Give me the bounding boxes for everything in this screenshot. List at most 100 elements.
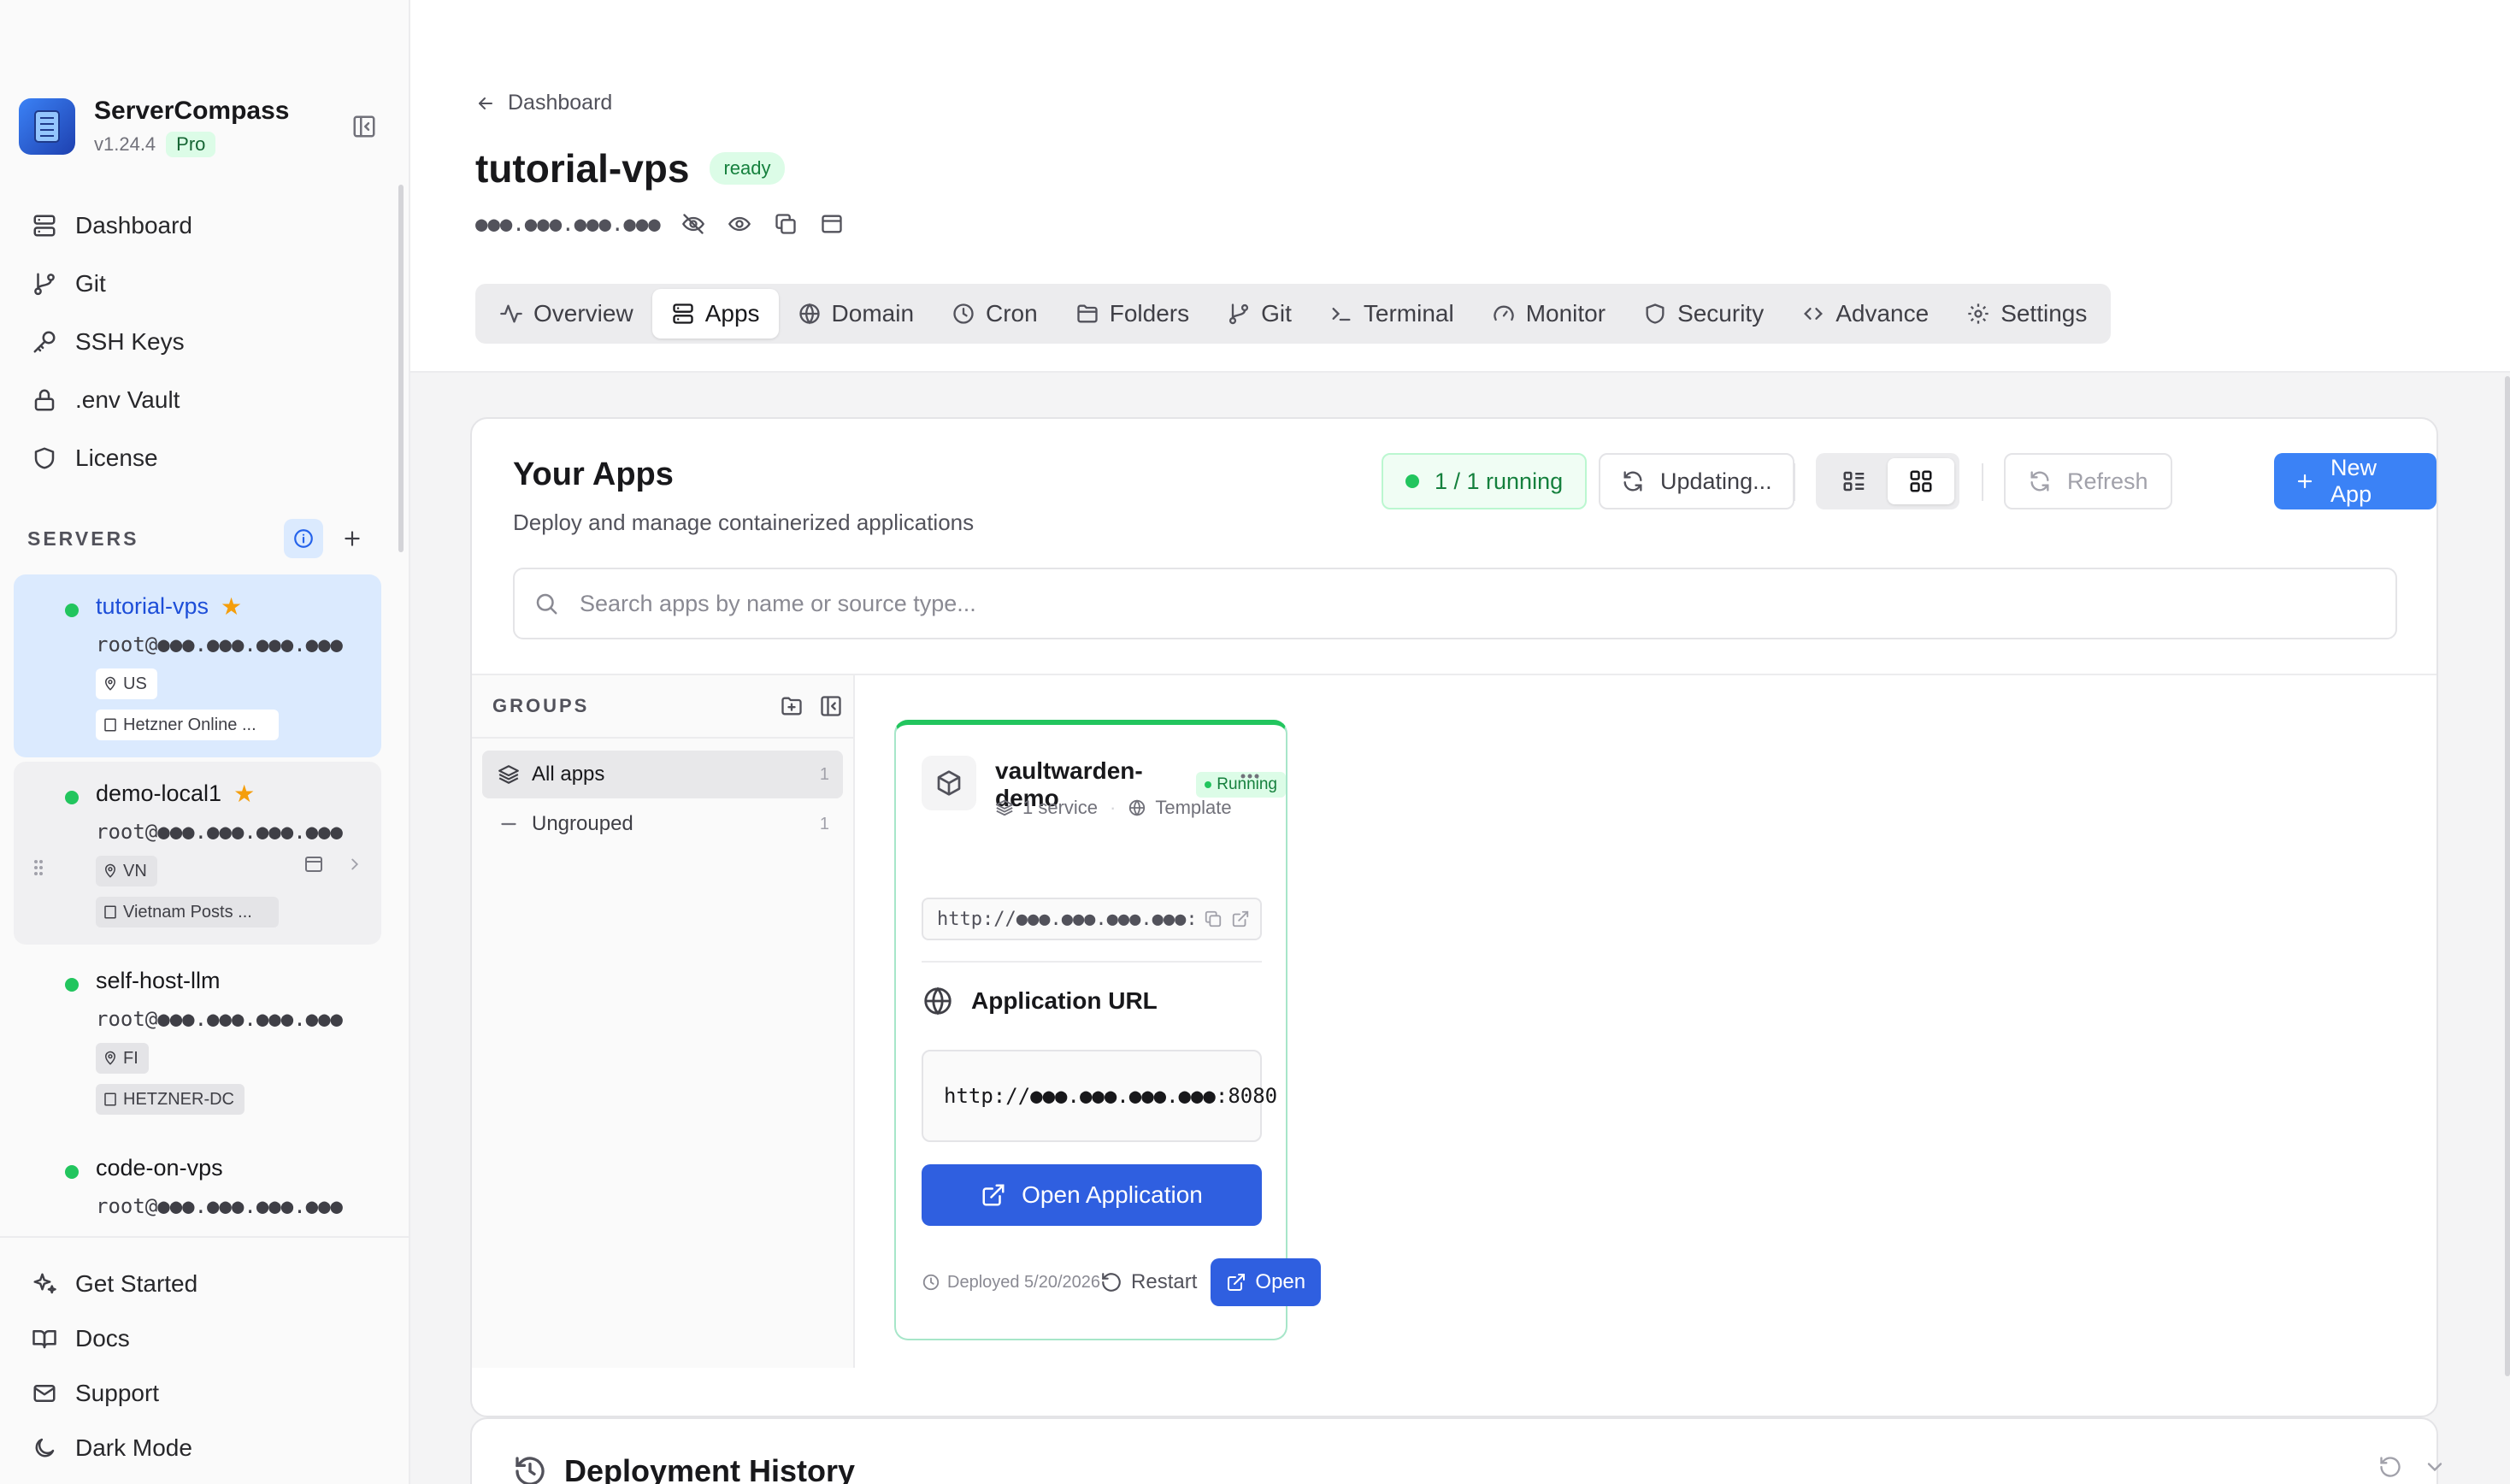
group-item-all-apps[interactable]: All apps 1 [482,751,843,798]
new-folder-icon[interactable] [780,694,804,718]
tab-git[interactable]: Git [1208,289,1311,339]
group-item-ungrouped[interactable]: Ungrouped 1 [482,800,843,848]
copy-icon[interactable] [1204,910,1223,928]
tab-overview[interactable]: Overview [480,289,652,339]
list-view-button[interactable] [1821,458,1888,504]
dark-mode-toggle[interactable]: Dark Mode [31,1421,409,1475]
server-item-tutorial-vps[interactable]: tutorial-vps ★ root@●●●.●●●.●●●.●●● US He… [14,574,381,757]
sidebar-scrollbar[interactable] [398,185,404,552]
nav-item-get-started[interactable]: Get Started [31,1257,409,1311]
new-app-button[interactable]: New App [2274,453,2436,509]
tab-security[interactable]: Security [1624,289,1782,339]
external-link-icon[interactable] [1231,910,1250,928]
star-icon[interactable]: ★ [233,781,255,806]
status-dot [1205,781,1212,788]
divider [472,737,853,739]
tab-apps[interactable]: Apps [651,289,779,339]
provider-tag: Hetzner Online ... [96,710,279,740]
drag-handle-icon[interactable] [32,857,44,878]
search-icon [536,593,557,615]
app-card-vaultwarden-demo[interactable]: vaultwarden-demo Running 1 service · Temp… [894,720,1322,1340]
chevron-right-icon[interactable] [345,854,364,874]
tab-terminal[interactable]: Terminal [1311,289,1473,339]
mail-icon [31,1380,58,1407]
git-branch-icon [31,270,58,297]
info-icon[interactable] [284,519,323,558]
updating-button[interactable]: Updating... [1599,453,1794,509]
server-item-self-host-llm[interactable]: self-host-llm root@●●●.●●●.●●●.●●● FI HE… [14,949,381,1132]
server-name: self-host-llm [96,968,221,993]
minus-icon [501,822,516,826]
history-icon [516,1457,545,1484]
search-input[interactable] [580,590,2395,617]
open-application-button[interactable]: Open Application [922,1164,1262,1226]
sidebar: ServerCompass v1.24.4 Pro Dashboard Git … [0,0,410,1484]
git-branch-icon [1229,303,1249,325]
copy-icon[interactable] [774,212,798,236]
more-options-icon[interactable] [1236,766,1264,786]
nav-item-git[interactable]: Git [31,255,192,313]
provider-label: Hetzner Online ... [123,715,256,734]
divider [1982,463,1983,501]
location-label: FI [123,1048,138,1068]
tab-label: Apps [704,300,760,327]
globe-icon [1129,799,1146,816]
servers-label: SERVERS [27,527,139,550]
server-tabs: Overview Apps Domain Cron Folders Git Te… [475,284,2112,344]
groups-header: GROUPS [492,675,843,737]
building-icon [104,905,116,919]
ip-row: ●●●.●●●.●●●.●●● [475,212,866,236]
browser-window-icon[interactable] [820,212,844,236]
eye-icon[interactable] [728,212,751,236]
refresh-button[interactable]: Refresh [2004,453,2172,509]
star-icon[interactable]: ★ [221,594,242,619]
refresh-icon[interactable] [2378,1455,2402,1479]
nav-item-dashboard[interactable]: Dashboard [31,197,192,255]
server-name: tutorial-vps [96,593,209,619]
app-meta: 1 service · Template [995,797,1232,819]
back-to-dashboard-link[interactable]: Dashboard [475,91,612,115]
location-label: US [123,674,147,693]
nav-item-license[interactable]: License [31,429,192,487]
status-dot [65,791,79,804]
collapse-sidebar-icon[interactable] [349,111,380,142]
deployed-info: Deployed 5/20/2026 [922,1273,1100,1293]
nav-label: Support [75,1380,160,1406]
nav-item-support[interactable]: Support [31,1366,409,1421]
nav-label: License [75,445,158,471]
collapse-panel-icon[interactable] [819,694,843,718]
shield-icon [1646,303,1664,324]
open-button[interactable]: Open [1211,1258,1322,1306]
grid-view-button[interactable] [1888,458,1954,504]
sidebar-footer: Get Started Docs Support Dark Mode [0,1236,409,1484]
tab-folders[interactable]: Folders [1057,289,1208,339]
eye-off-icon[interactable] [681,212,705,236]
nav-item-ssh-keys[interactable]: SSH Keys [31,313,192,371]
nav-item-env-vault[interactable]: .env Vault [31,371,192,429]
terminal-window-icon[interactable] [303,854,325,874]
tab-advance[interactable]: Advance [1782,289,1947,339]
chevron-down-icon[interactable] [2423,1455,2447,1479]
gear-icon [1968,303,1989,324]
server-name: demo-local1 [96,780,222,806]
add-server-icon[interactable] [335,521,369,556]
location-label: VN [123,861,147,880]
layers-icon [995,799,1014,816]
server-item-demo-local1[interactable]: demo-local1 ★ root@●●●.●●●.●●●.●●● VN Vie… [14,762,381,945]
tab-monitor[interactable]: Monitor [1473,289,1624,339]
tab-domain[interactable]: Domain [779,289,933,339]
nav-item-docs[interactable]: Docs [31,1311,409,1366]
divider [1794,463,1795,501]
groups-panel: GROUPS All apps 1 Ungrouped 1 [472,675,855,1368]
tab-label: Git [1261,300,1292,327]
group-label: All apps [532,763,605,786]
map-pin-icon [104,676,116,691]
apps-subtitle: Deploy and manage containerized applicat… [513,509,975,535]
main-scrollbar[interactable] [2505,376,2510,1376]
tab-cron[interactable]: Cron [933,289,1057,339]
server-item-code-on-vps[interactable]: code-on-vps root@●●●.●●●.●●●.●●● [14,1136,381,1234]
book-icon [31,1325,58,1352]
tab-settings[interactable]: Settings [1947,289,2106,339]
restart-button[interactable]: Restart [1100,1270,1197,1294]
server-host: root@●●●.●●●.●●●.●●● [96,1194,343,1218]
